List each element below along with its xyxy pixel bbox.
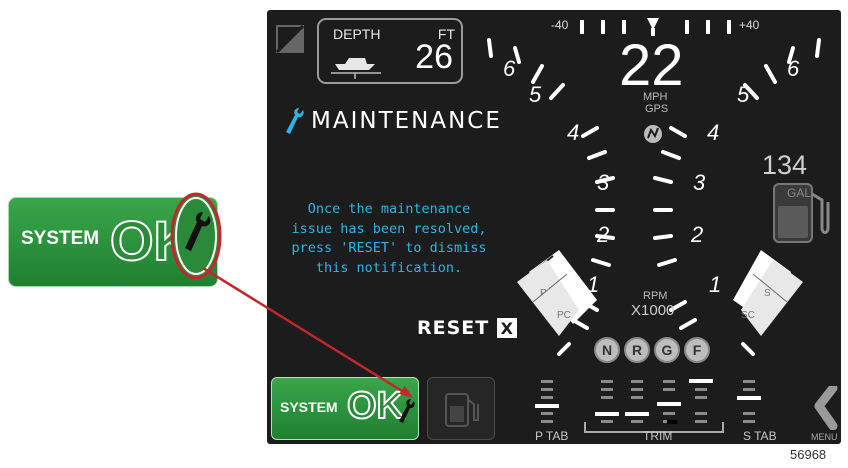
callout-arrow (202, 266, 411, 398)
figure-number: 56968 (790, 447, 827, 462)
callout-overlay (170, 192, 413, 398)
